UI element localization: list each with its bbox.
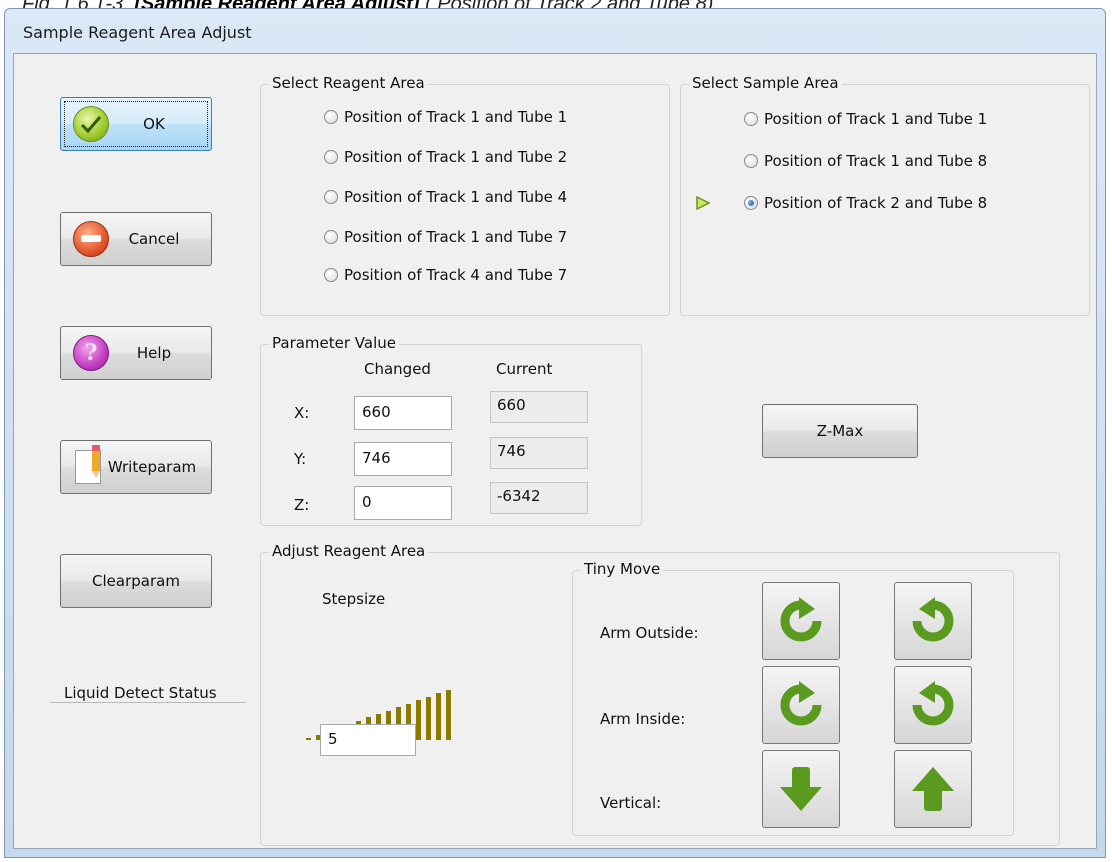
stepsize-bar[interactable] (436, 693, 441, 740)
title-bar[interactable]: Sample Reagent Area Adjust (5, 9, 1105, 57)
rotate-counterclockwise-icon (912, 597, 954, 642)
radio-button[interactable] (324, 190, 338, 204)
changed-column-header: Changed (364, 360, 431, 378)
vertical-label: Vertical: (600, 794, 662, 812)
x-label: X: (294, 404, 310, 422)
radio-button[interactable] (744, 112, 758, 126)
arm-outside-rotate-cw-button[interactable] (762, 582, 840, 660)
reagent-area-title: Select Reagent Area (269, 74, 428, 92)
rotate-clockwise-icon (780, 681, 822, 726)
dialog-window: Sample Reagent Area Adjust OK Cancel ? H… (4, 8, 1106, 858)
rotate-clockwise-icon (780, 597, 822, 642)
selection-pointer-icon (696, 196, 710, 210)
radio-button-selected[interactable] (744, 196, 758, 210)
sample-area-title: Select Sample Area (689, 74, 842, 92)
radio-label: Position of Track 1 and Tube 1 (764, 110, 988, 128)
current-column-header: Current (496, 360, 553, 378)
y-current-value: 746 (490, 437, 588, 469)
z-label: Z: (294, 496, 310, 514)
sample-radio-3[interactable]: Position of Track 2 and Tube 8 (744, 194, 987, 212)
z-current-value: -6342 (490, 482, 588, 514)
cancel-button[interactable]: Cancel (60, 212, 212, 266)
arm-outside-label: Arm Outside: (600, 624, 699, 642)
y-changed-input[interactable]: 746 (354, 442, 452, 476)
arm-inside-rotate-ccw-button[interactable] (894, 666, 972, 744)
clearparam-button[interactable]: Clearparam (60, 554, 212, 608)
stepsize-bar[interactable] (426, 697, 431, 740)
stepsize-bar[interactable] (446, 690, 451, 740)
stepsize-label: Stepsize (322, 590, 386, 608)
rotate-counterclockwise-icon (912, 681, 954, 726)
reagent-radio-4[interactable]: Position of Track 1 and Tube 7 (324, 228, 567, 246)
z-changed-input[interactable]: 0 (354, 486, 452, 520)
radio-label: Position of Track 1 and Tube 4 (344, 188, 568, 206)
ok-label: OK (143, 115, 165, 133)
radio-button[interactable] (324, 268, 338, 282)
window-title: Sample Reagent Area Adjust (23, 23, 252, 42)
radio-button[interactable] (324, 230, 338, 244)
arm-outside-rotate-ccw-button[interactable] (894, 582, 972, 660)
tiny-move-title: Tiny Move (581, 560, 664, 578)
radio-button[interactable] (324, 150, 338, 164)
stepsize-input[interactable]: 5 (320, 724, 416, 756)
arrow-up-icon (912, 767, 954, 811)
writeparam-label: Writeparam (107, 458, 197, 476)
liquid-detect-status-label: Liquid Detect Status (64, 684, 217, 702)
dialog-client-area: OK Cancel ? Help Writeparam Clearparam L… (13, 53, 1097, 849)
radio-label: Position of Track 1 and Tube 2 (344, 148, 568, 166)
arrow-down-icon (780, 767, 822, 811)
radio-button[interactable] (324, 110, 338, 124)
radio-label: Position of Track 4 and Tube 7 (344, 266, 568, 284)
y-label: Y: (294, 450, 307, 468)
sample-radio-2[interactable]: Position of Track 1 and Tube 8 (744, 152, 987, 170)
x-changed-input[interactable]: 660 (354, 396, 452, 430)
clearparam-label: Clearparam (92, 572, 180, 590)
adjust-reagent-area-title: Adjust Reagent Area (269, 542, 429, 560)
radio-label: Position of Track 1 and Tube 1 (344, 108, 568, 126)
reagent-radio-1[interactable]: Position of Track 1 and Tube 1 (324, 108, 567, 126)
ok-button[interactable]: OK (60, 97, 212, 151)
stepsize-bar[interactable] (306, 738, 311, 740)
radio-button[interactable] (744, 154, 758, 168)
stepsize-bar[interactable] (416, 700, 421, 740)
reagent-radio-5[interactable]: Position of Track 4 and Tube 7 (324, 266, 567, 284)
sample-radio-1[interactable]: Position of Track 1 and Tube 1 (744, 110, 987, 128)
writeparam-button[interactable]: Writeparam (60, 440, 212, 494)
help-label: Help (136, 344, 172, 362)
vertical-down-button[interactable] (762, 750, 840, 828)
arm-inside-label: Arm Inside: (600, 710, 686, 728)
cancel-label: Cancel (128, 230, 180, 248)
separator (50, 702, 246, 703)
z-max-button[interactable]: Z-Max (762, 404, 918, 458)
arm-inside-rotate-cw-button[interactable] (762, 666, 840, 744)
parameter-title: Parameter Value (269, 334, 399, 352)
vertical-up-button[interactable] (894, 750, 972, 828)
radio-label: Position of Track 1 and Tube 8 (764, 152, 988, 170)
reagent-radio-2[interactable]: Position of Track 1 and Tube 2 (324, 148, 567, 166)
x-current-value: 660 (490, 391, 588, 423)
radio-label: Position of Track 1 and Tube 7 (344, 228, 568, 246)
help-button[interactable]: ? Help (60, 326, 212, 380)
reagent-radio-3[interactable]: Position of Track 1 and Tube 4 (324, 188, 567, 206)
radio-label: Position of Track 2 and Tube 8 (764, 194, 988, 212)
z-max-label: Z-Max (816, 422, 864, 440)
